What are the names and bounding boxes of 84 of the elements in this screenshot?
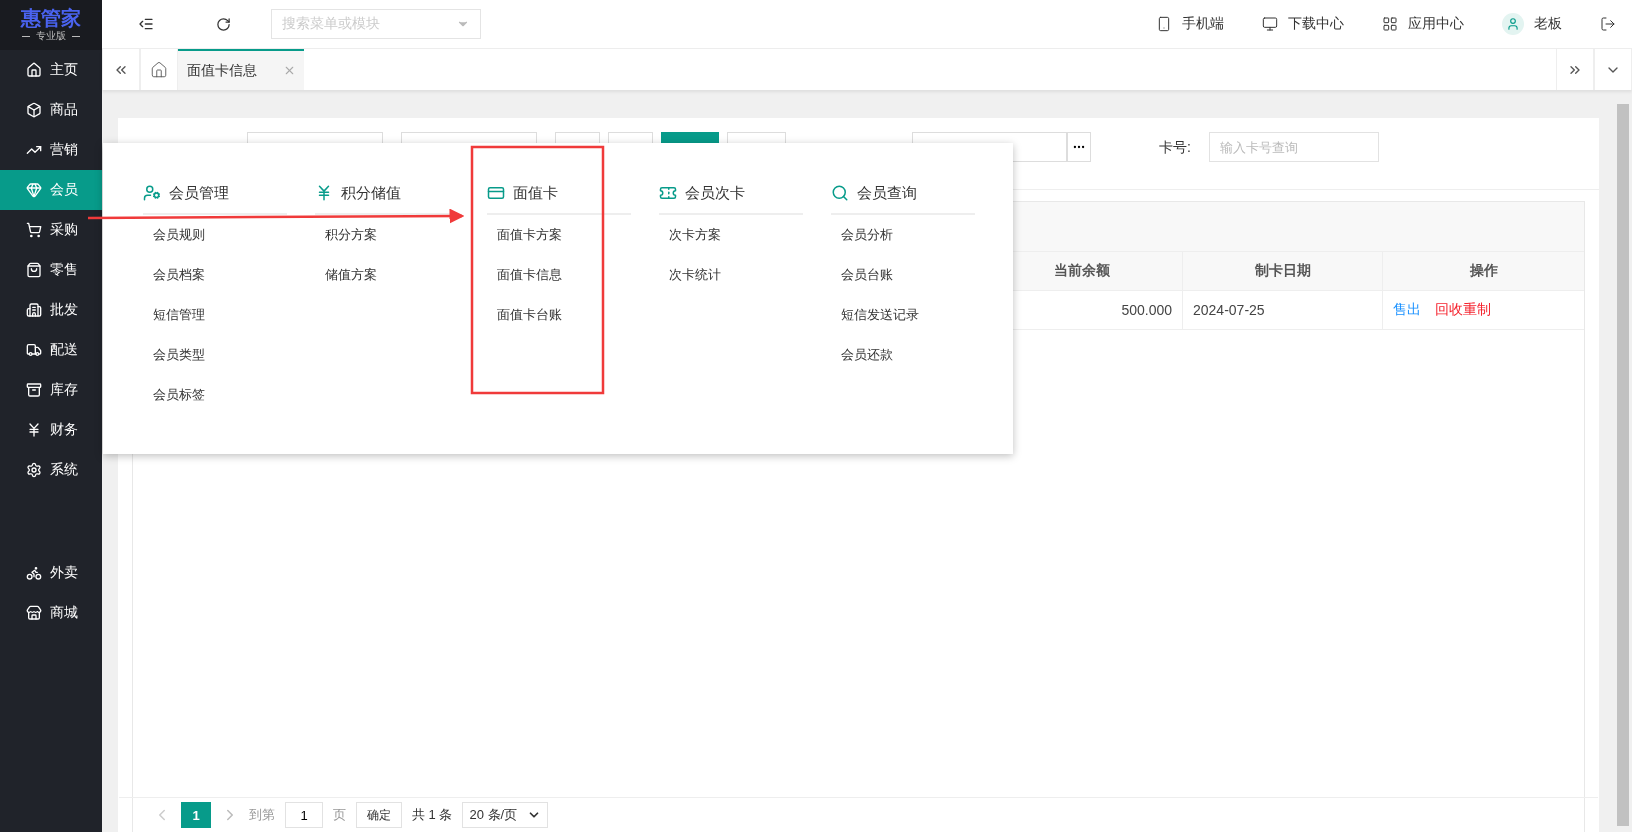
action-link[interactable]: 回收重制 — [1435, 301, 1491, 319]
logout-icon — [1600, 16, 1616, 32]
column-header: 制卡日期 — [1182, 252, 1382, 290]
page-input[interactable]: 1 — [285, 802, 323, 828]
page-tab[interactable]: 面值卡信息 — [178, 49, 304, 90]
menu-item[interactable]: 会员档案 — [143, 255, 287, 295]
top-link[interactable]: 手机端 — [1156, 15, 1224, 33]
refresh-icon — [216, 16, 231, 32]
sidebar-item[interactable]: 系统 — [0, 450, 102, 490]
logout-button[interactable] — [1600, 16, 1616, 32]
total-count: 共 1 条 — [412, 806, 453, 824]
sidebar-item[interactable]: 库存 — [0, 370, 102, 410]
refresh-button[interactable] — [216, 16, 231, 32]
top-link[interactable]: 下载中心 — [1262, 15, 1344, 33]
sidebar-icon — [26, 462, 42, 478]
sidebar-icon — [26, 62, 42, 78]
top-link-icon — [1156, 16, 1172, 32]
sidebar-icon — [26, 565, 42, 581]
brand-name: 惠管家 — [21, 7, 81, 29]
menu-group-title: 面值卡 — [487, 173, 631, 215]
card-number-field[interactable]: 输入卡号查询 — [1208, 132, 1379, 162]
menu-item[interactable]: 会员规则 — [143, 215, 287, 255]
top-link[interactable]: 应用中心 — [1382, 15, 1464, 33]
sidebar-icon — [26, 222, 42, 238]
sidebar-icon — [26, 382, 42, 398]
sidebar-item[interactable]: 采购 — [0, 210, 102, 250]
scroll-left-button[interactable] — [102, 49, 140, 90]
menu-item[interactable]: 储值方案 — [315, 255, 459, 295]
sidebar-icon — [26, 102, 42, 118]
sidebar-icon — [26, 182, 42, 198]
avatar-icon — [1502, 13, 1524, 35]
menu-item[interactable]: 会员分析 — [831, 215, 975, 255]
table-cell: 2024-07-25 — [1182, 291, 1382, 329]
home-icon — [150, 60, 168, 79]
sidebar-icon — [26, 262, 42, 278]
collapse-menu-button[interactable] — [138, 16, 154, 32]
page-unit: 页 — [333, 806, 346, 824]
menu-fold-icon — [138, 16, 154, 32]
sidebar-item[interactable]: 外卖 — [0, 553, 102, 593]
card-number-label: 卡号: — [1159, 138, 1191, 157]
page-size-select[interactable]: 20 条/页 — [462, 802, 549, 828]
menu-item[interactable]: 次卡方案 — [659, 215, 803, 255]
sidebar-icon — [26, 342, 42, 358]
sidebar-item[interactable]: 主页 — [0, 50, 102, 90]
sidebar-item[interactable]: 财务 — [0, 410, 102, 450]
menu-item[interactable]: 会员还款 — [831, 335, 975, 375]
confirm-button[interactable]: 确定 — [356, 802, 402, 828]
menu-group-title: 积分储值 — [315, 173, 459, 215]
sidebar-item[interactable]: 商品 — [0, 90, 102, 130]
menu-item[interactable]: 短信发送记录 — [831, 295, 975, 335]
menu-item[interactable]: 面值卡信息 — [487, 255, 631, 295]
sidebar-item[interactable]: 零售 — [0, 250, 102, 290]
menu-item[interactable]: 会员台账 — [831, 255, 975, 295]
more-button[interactable] — [1067, 132, 1091, 162]
menu-group-title: 会员管理 — [143, 173, 287, 215]
sidebar-item[interactable]: 商城 — [0, 593, 102, 633]
menu-item[interactable]: 会员类型 — [143, 335, 287, 375]
user-menu[interactable]: 老板 — [1502, 13, 1562, 35]
menu-group-title: 会员次卡 — [659, 173, 803, 215]
column-header: 操作 — [1382, 252, 1584, 290]
menu-item[interactable]: 会员标签 — [143, 375, 287, 415]
scroll-right-button[interactable] — [1556, 49, 1594, 90]
menu-group-title: 会员查询 — [831, 173, 975, 215]
menu-group-icon — [143, 184, 161, 202]
menu-item[interactable]: 积分方案 — [315, 215, 459, 255]
home-tab[interactable] — [140, 49, 178, 90]
sidebar-item[interactable]: 营销 — [0, 130, 102, 170]
sidebar-icon — [26, 605, 42, 621]
menu-group-icon — [831, 184, 849, 202]
sidebar-icon — [26, 422, 42, 438]
menu-item[interactable]: 次卡统计 — [659, 255, 803, 295]
menu-item[interactable]: 面值卡方案 — [487, 215, 631, 255]
tabs-menu-button[interactable] — [1594, 49, 1632, 90]
menu-item[interactable]: 短信管理 — [143, 295, 287, 335]
menu-item[interactable]: 面值卡台账 — [487, 295, 631, 335]
brand-edition: 专业版 — [36, 29, 66, 43]
sidebar-item[interactable]: 配送 — [0, 330, 102, 370]
goto-label: 到第 — [249, 806, 275, 824]
sidebar-item[interactable]: 批发 — [0, 290, 102, 330]
top-link-icon — [1262, 16, 1278, 32]
sidebar-icon — [26, 302, 42, 318]
menu-group-icon — [659, 184, 677, 202]
menu-group-icon — [487, 184, 505, 202]
top-link-icon — [1382, 16, 1398, 32]
